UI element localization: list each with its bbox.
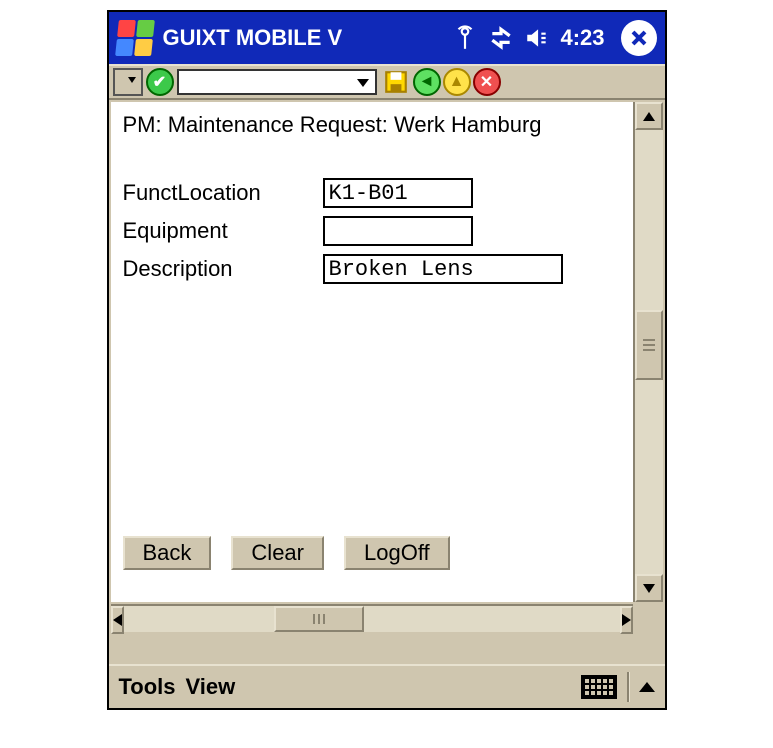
sync-icon	[488, 25, 514, 51]
x-icon: ✕	[480, 72, 493, 92]
device-frame: GUIXT MOBILE V 4:23 ✔ ◄ ▲	[107, 10, 667, 710]
toolbar-dropdown[interactable]	[177, 69, 377, 95]
funct-location-label: FunctLocation	[123, 180, 323, 206]
content-area: PM: Maintenance Request: Werk Hamburg Fu…	[111, 102, 633, 602]
chevron-up-icon	[643, 112, 655, 121]
sip-up-icon[interactable]	[639, 682, 655, 692]
scroll-up-button[interactable]	[635, 102, 663, 130]
close-button[interactable]	[621, 20, 657, 56]
ok-button[interactable]: ✔	[145, 68, 175, 96]
windows-logo-icon[interactable]	[115, 20, 155, 56]
keyboard-icon[interactable]	[581, 675, 617, 699]
check-icon: ✔	[146, 68, 174, 96]
scroll-track-horizontal[interactable]	[124, 606, 620, 632]
horizontal-scrollbar[interactable]	[111, 604, 633, 632]
clear-button[interactable]: Clear	[231, 536, 324, 570]
speaker-icon[interactable]	[524, 25, 550, 51]
logoff-button[interactable]: LogOff	[344, 536, 450, 570]
close-icon	[629, 28, 649, 48]
page-title: PM: Maintenance Request: Werk Hamburg	[123, 112, 621, 138]
scroll-down-button[interactable]	[635, 574, 663, 602]
title-bar: GUIXT MOBILE V 4:23	[109, 12, 665, 64]
description-label: Description	[123, 256, 323, 282]
menu-button[interactable]	[113, 68, 143, 96]
chevron-right-icon	[622, 614, 631, 626]
cancel-nav-button[interactable]: ✕	[473, 68, 501, 96]
description-input[interactable]	[323, 254, 563, 284]
back-nav-button[interactable]: ◄	[413, 68, 441, 96]
app-title: GUIXT MOBILE V	[163, 25, 343, 51]
bottom-bar: Tools View	[109, 664, 665, 708]
equipment-input[interactable]	[323, 216, 473, 246]
antenna-icon	[452, 25, 478, 51]
arrow-up-icon: ▲	[449, 73, 465, 91]
toolbar: ✔ ◄ ▲ ✕	[109, 64, 665, 100]
equipment-label: Equipment	[123, 218, 323, 244]
back-button[interactable]: Back	[123, 536, 212, 570]
scroll-thumb-horizontal[interactable]	[274, 606, 364, 632]
separator-bar	[109, 634, 665, 664]
scroll-thumb-vertical[interactable]	[635, 310, 663, 380]
scroll-left-button[interactable]	[111, 606, 124, 634]
scroll-corner	[633, 604, 663, 632]
save-button[interactable]	[381, 68, 411, 96]
view-menu[interactable]: View	[186, 674, 236, 700]
scroll-right-button[interactable]	[620, 606, 633, 634]
chevron-left-icon	[113, 614, 122, 626]
save-icon	[383, 69, 409, 95]
chevron-down-icon	[643, 584, 655, 593]
tools-menu[interactable]: Tools	[119, 674, 176, 700]
status-icons: 4:23	[452, 25, 604, 51]
up-nav-button[interactable]: ▲	[443, 68, 471, 96]
clock: 4:23	[560, 25, 604, 51]
divider	[627, 672, 629, 702]
funct-location-input[interactable]	[323, 178, 473, 208]
vertical-scrollbar[interactable]	[633, 102, 663, 602]
arrow-left-icon: ◄	[419, 73, 435, 91]
scroll-track-vertical[interactable]	[635, 130, 663, 574]
